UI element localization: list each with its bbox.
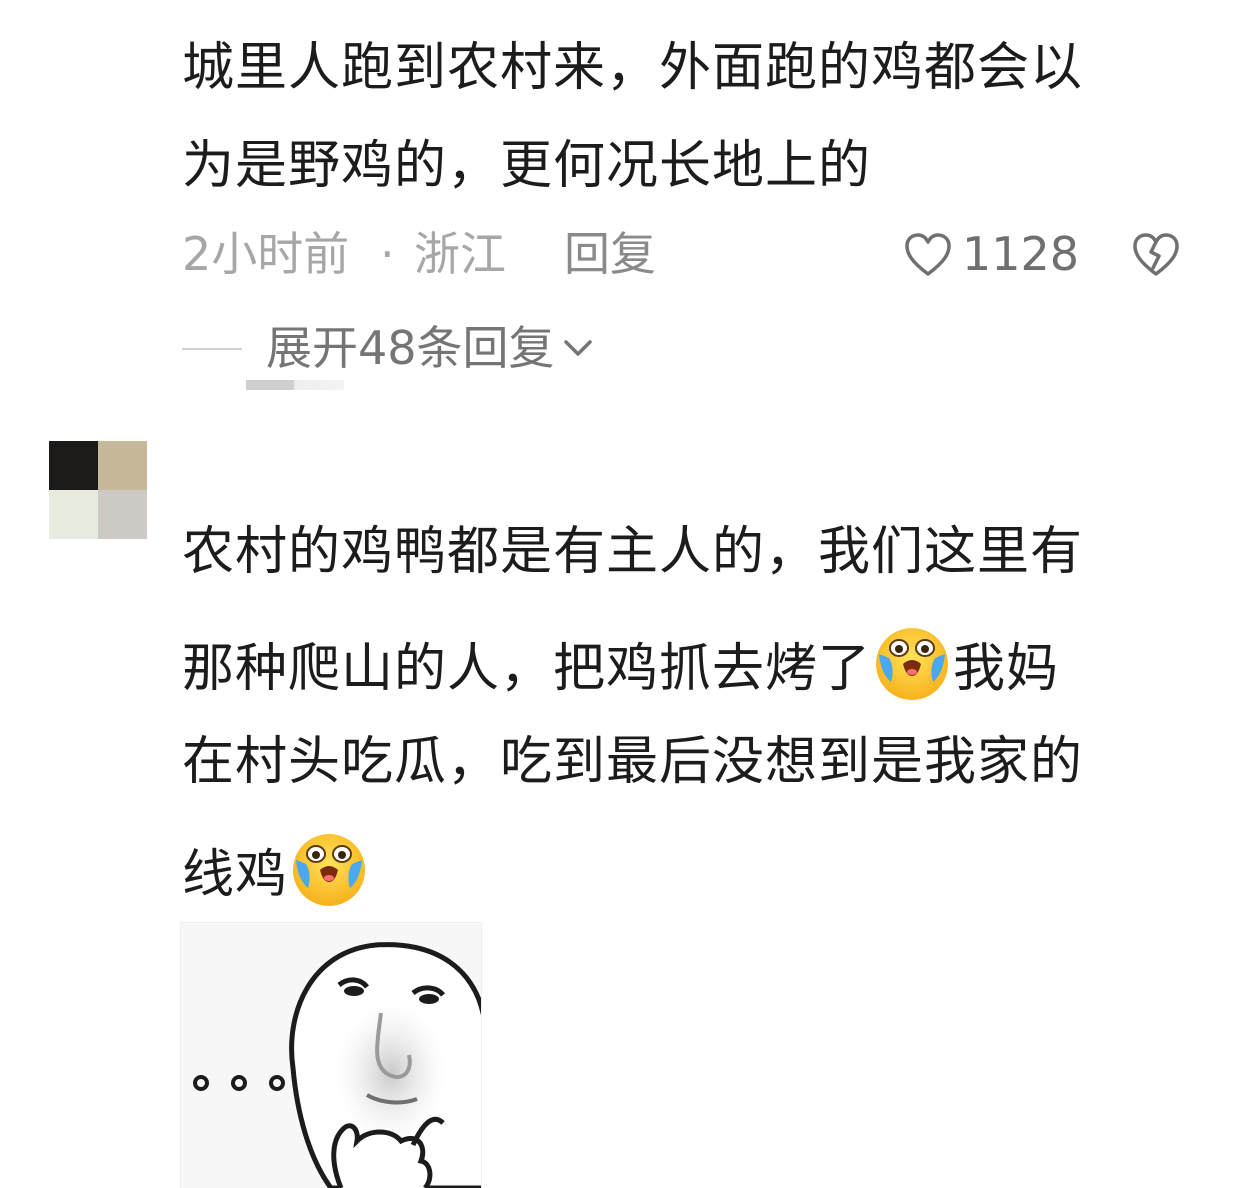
expand-replies-label[interactable]: 展开48条回复 <box>266 318 595 378</box>
comment-2-line-2-start: 那种爬山的人，把鸡抓去烤了 <box>182 639 872 699</box>
comment-2-line-3: 在村头吃瓜，吃到最后没想到是我家的 <box>182 732 1084 792</box>
expand-replies-text: 展开48条回复 <box>266 321 555 375</box>
comment-2-line-2-end: 我妈 <box>953 639 1060 699</box>
comment-1-line-1: 城里人跑到农村来，外面跑的鸡都会以 <box>182 38 1084 98</box>
comment-2-line-4: 线鸡 <box>182 830 370 906</box>
avatar[interactable] <box>49 441 147 539</box>
loading-indicator <box>246 380 344 390</box>
heart-outline-icon[interactable] <box>904 232 952 278</box>
like-count: 1128 <box>962 227 1080 281</box>
crying-laughing-emoji <box>290 830 368 908</box>
comment-2-line-4-text: 线鸡 <box>182 845 289 905</box>
comment-location: 浙江 <box>414 227 506 281</box>
expand-divider <box>182 348 242 350</box>
chevron-down-icon <box>563 340 592 356</box>
meta-separator: · <box>380 227 395 281</box>
comment-time: 2小时前 <box>182 227 350 281</box>
comment-1-meta: 2小时前 · 浙江 回复 1128 <box>182 226 1182 282</box>
reply-button[interactable]: 回复 <box>564 226 656 282</box>
broken-heart-icon[interactable] <box>1132 232 1180 278</box>
comment-2-line-2: 那种爬山的人，把鸡抓去烤了 我妈 <box>182 624 1059 700</box>
crying-laughing-emoji <box>873 624 951 702</box>
comment-2-line-1: 农村的鸡鸭都是有主人的，我们这里有 <box>182 522 1084 582</box>
comment-1-line-2: 为是野鸡的，更何况长地上的 <box>182 136 872 196</box>
expand-replies[interactable]: 展开48条回复 <box>182 318 682 378</box>
thinking-meme-sticker[interactable] <box>180 922 482 1188</box>
